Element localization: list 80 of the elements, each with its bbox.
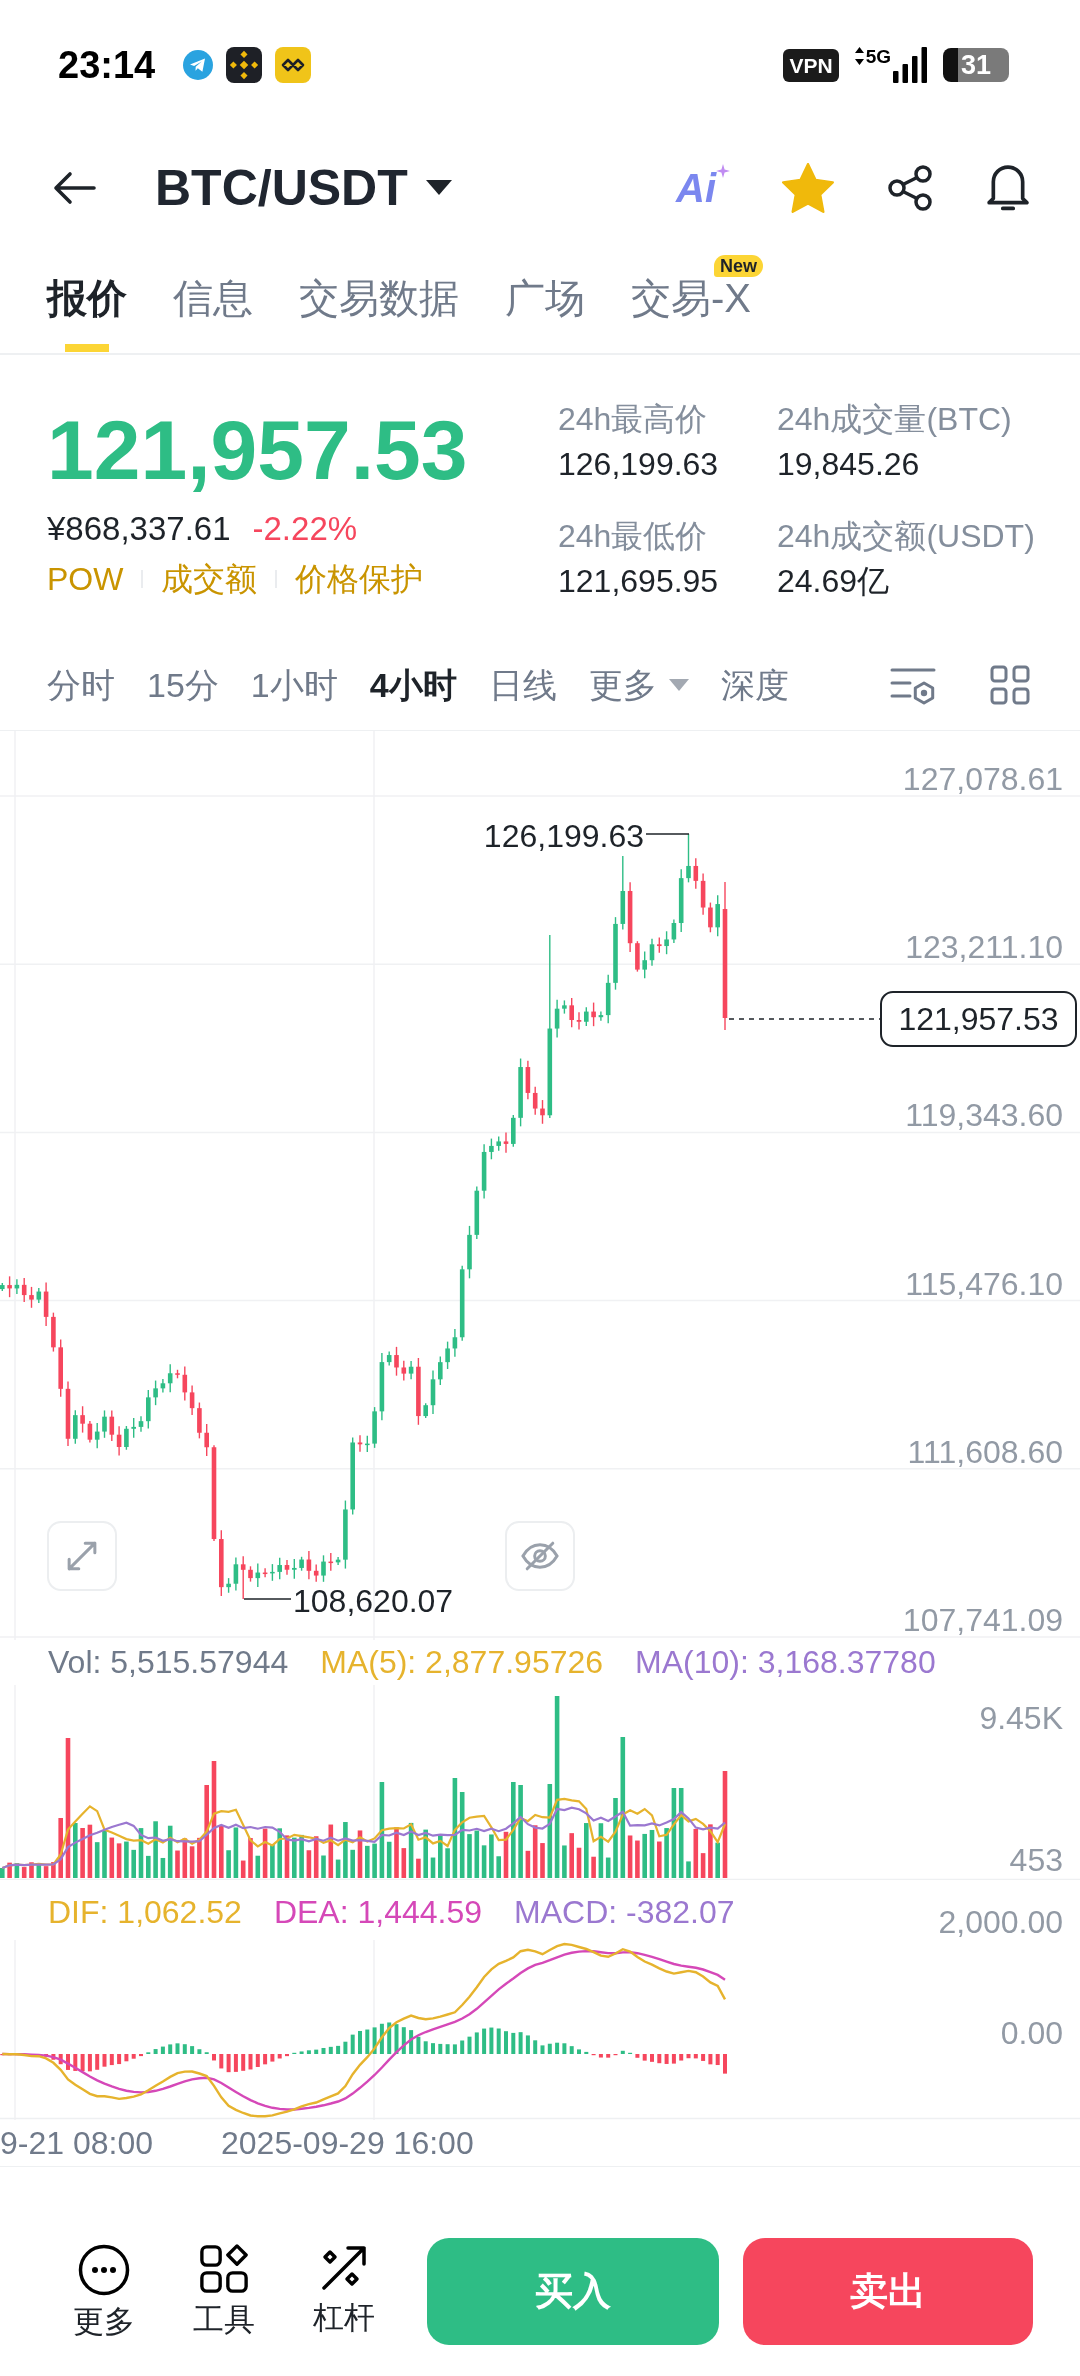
share-icon[interactable] [886, 163, 934, 212]
price-axis-label: 107,741.09 [902, 1602, 1063, 1638]
toolbar-action[interactable]: 更多 [54, 2243, 154, 2340]
time-axis-label: 9-21 08:00 [0, 2124, 153, 2162]
high-price-label: 126,199.63 [483, 818, 644, 854]
stat-label: 24h最高价 [558, 400, 709, 439]
interval-tab[interactable]: 深度 [720, 663, 789, 707]
fullscreen-button[interactable] [47, 1521, 117, 1591]
last-price: 121,957.53 [47, 402, 469, 498]
new-badge: New [714, 255, 763, 277]
indicator-legend: MACD: -382.07 [514, 1892, 735, 1932]
grid-icon[interactable] [990, 665, 1030, 705]
tab[interactable]: 交易数据 [299, 278, 459, 352]
price-axis-label: 123,211.10 [905, 929, 1063, 966]
sell-button[interactable]: 卖出 [743, 2238, 1033, 2345]
last-price-tag: 121,957.53 [880, 991, 1077, 1047]
back-arrow-icon[interactable] [52, 169, 96, 206]
hide-button[interactable] [505, 1521, 575, 1591]
expand-arrows-icon[interactable] [67, 1541, 97, 1571]
indicator-legend: Vol: 5,515.57944 [48, 1644, 289, 1681]
price-change: -2.22% [252, 509, 358, 549]
volume-axis-label: 9.45K [979, 1700, 1063, 1736]
interval-tab[interactable]: 分时 [47, 663, 115, 707]
sparkle-icon [716, 163, 730, 178]
data-arrows-icon [854, 47, 864, 65]
stat-value: 24.69亿 [777, 562, 891, 601]
price-axis-label: 111,608.60 [907, 1433, 1063, 1470]
percent-arrow-icon[interactable] [320, 2243, 368, 2292]
ai-button[interactable]: Ai [676, 163, 730, 212]
leader-line [645, 833, 690, 835]
stat-label: 24h成交量(BTC) [777, 400, 1013, 439]
stat-value: 126,199.63 [558, 445, 720, 484]
tag-link[interactable]: 价格保护 [295, 559, 424, 599]
interval-tab[interactable]: 更多 [588, 663, 689, 707]
tag-link[interactable]: 成交额 [161, 559, 258, 599]
macd-axis-label: 2,000.00 [938, 1904, 1063, 1940]
pair-selector[interactable]: BTC/USDT [155, 157, 452, 218]
interval-tab[interactable]: 1小时 [250, 663, 338, 707]
tab[interactable]: 交易-X [631, 278, 751, 352]
stat-label: 24h最低价 [558, 517, 709, 556]
vpn-badge: VPN [783, 48, 839, 82]
eye-off-icon[interactable] [520, 1540, 560, 1572]
time-axis-label: 2025-09-29 16:00 [221, 2124, 474, 2162]
paper-plane-icon [183, 50, 214, 80]
shapes-grid-icon[interactable] [199, 2243, 249, 2294]
low-price-label: 108,620.07 [293, 1583, 454, 1619]
bell-icon[interactable] [986, 162, 1030, 213]
signal-bars-icon [893, 47, 927, 83]
dots-circle-icon[interactable] [78, 2243, 130, 2296]
interval-tab[interactable]: 15分 [147, 663, 219, 707]
indicator-legend: DEA: 1,444.59 [273, 1892, 483, 1932]
tab[interactable]: 信息 [173, 278, 253, 352]
status-time: 23:14 [58, 43, 156, 87]
interval-tab[interactable]: 4小时 [369, 663, 457, 707]
price-axis-label: 119,343.60 [905, 1097, 1063, 1134]
stat-value: 121,695.95 [558, 562, 720, 601]
network-label: 5G [865, 47, 891, 67]
diamond-tile-icon [226, 47, 263, 83]
macd-axis-label: 0.00 [1000, 2015, 1063, 2051]
battery-indicator: 31 [943, 48, 1009, 82]
indicator-legend: MA(10): 3,168.37780 [635, 1644, 936, 1681]
link-tile-icon [275, 47, 312, 83]
buy-button[interactable]: 买入 [427, 2238, 719, 2345]
leader-line [243, 1598, 292, 1600]
tab[interactable]: 报价 [47, 278, 127, 352]
tag-link[interactable]: POW [47, 559, 124, 599]
toolbar-action[interactable]: 杠杆 [294, 2243, 394, 2340]
price-axis-label: 127,078.61 [902, 761, 1063, 797]
stat-value: 19,845.26 [777, 445, 921, 484]
star-icon[interactable] [782, 162, 834, 213]
tab[interactable]: 广场 [505, 278, 585, 352]
price-axis-label: 115,476.10 [905, 1265, 1063, 1302]
toolbar-action[interactable]: 工具 [174, 2243, 274, 2340]
stat-label: 24h成交额(USDT) [777, 517, 1035, 556]
indicator-legend: MA(5): 2,877.95726 [320, 1644, 604, 1681]
volume-axis-label: 453 [1009, 1842, 1063, 1878]
fiat-price: ¥868,337.61 [47, 509, 231, 549]
caret-down-icon[interactable] [425, 180, 452, 195]
interval-tab[interactable]: 日线 [488, 663, 557, 707]
indicator-legend: DIF: 1,062.52 [48, 1892, 242, 1932]
